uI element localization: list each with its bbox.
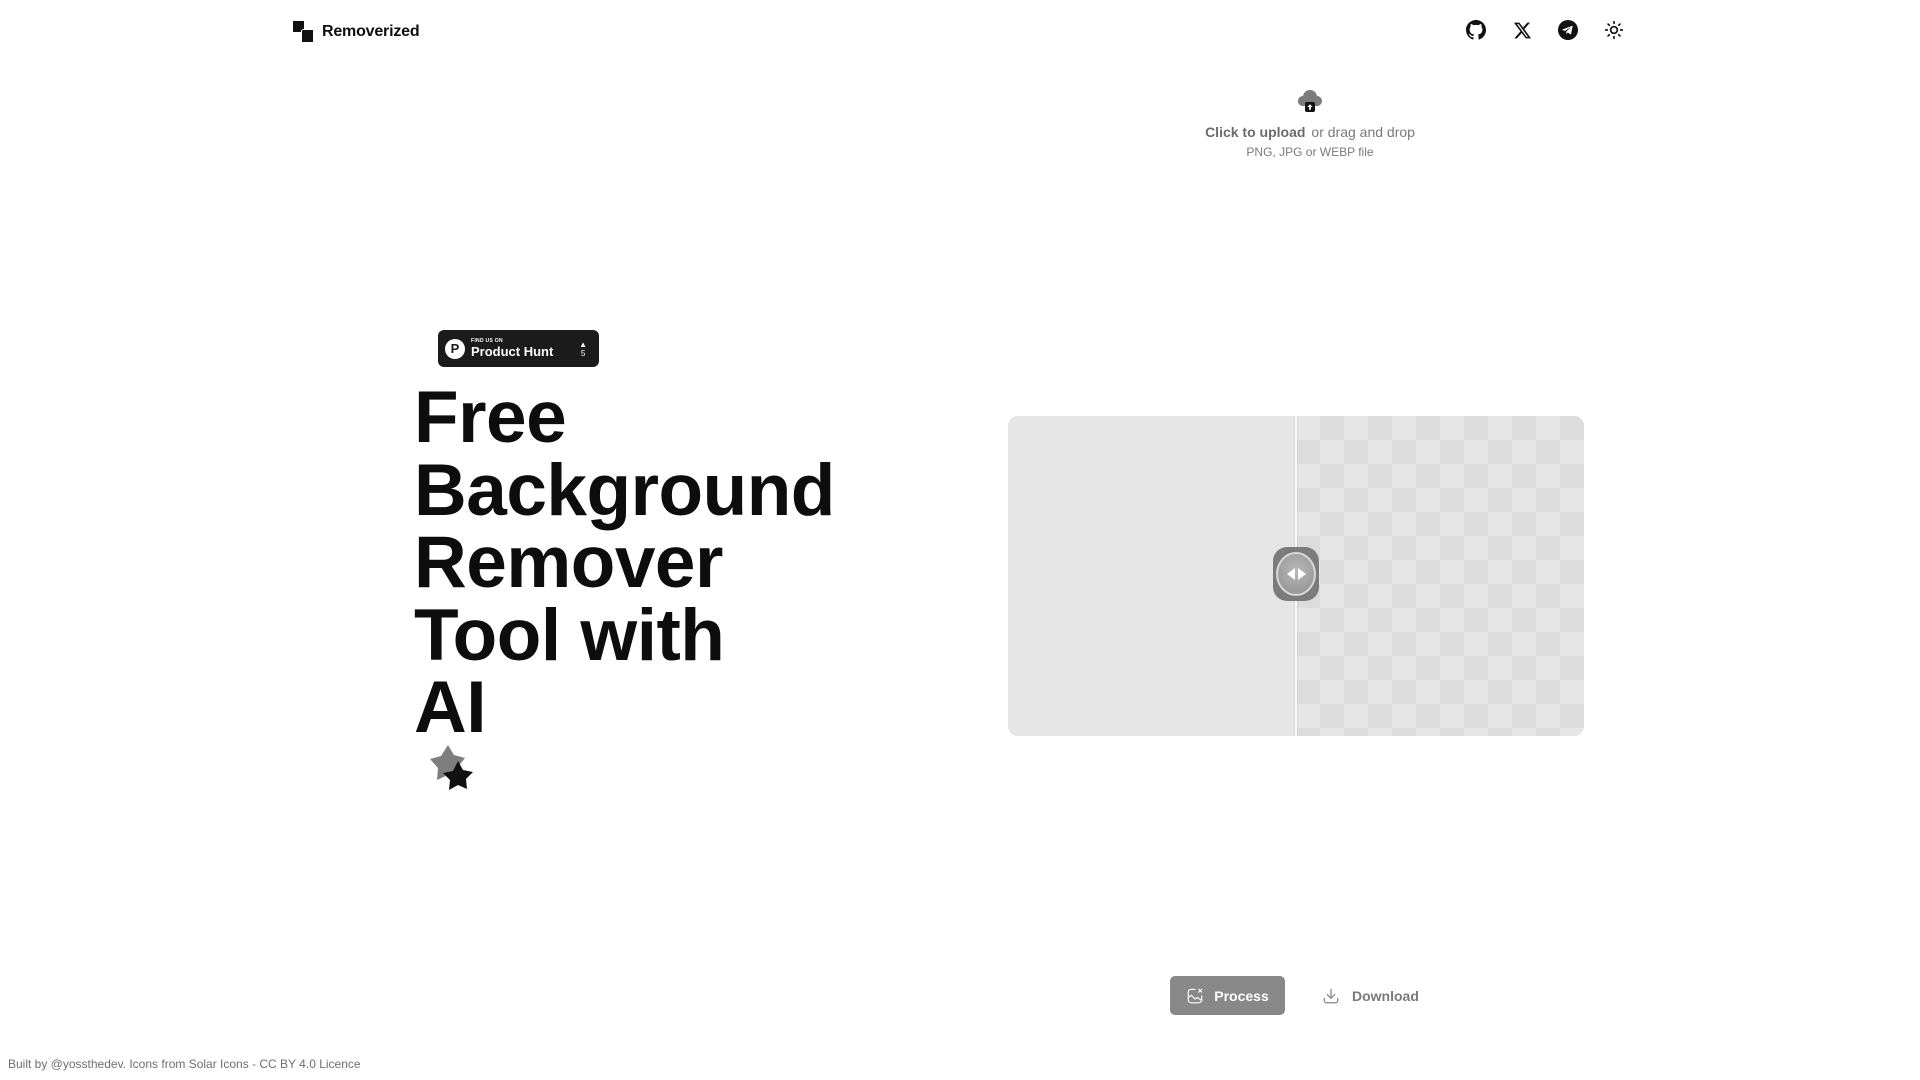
upload-dropzone[interactable]: Click to upload or drag and drop PNG, JPG… bbox=[1180, 86, 1440, 159]
hero-line: Background bbox=[414, 449, 835, 531]
process-button[interactable]: Process bbox=[1170, 976, 1285, 1015]
product-hunt-badge[interactable]: P FIND US ON Product Hunt ▲ 5 bbox=[438, 330, 599, 367]
telegram-icon bbox=[1558, 20, 1578, 40]
compare-slider-handle[interactable] bbox=[1273, 547, 1319, 601]
process-label: Process bbox=[1214, 987, 1269, 1004]
hero-heading: Free Background Remover Tool with AI bbox=[414, 377, 835, 817]
product-hunt-name: Product Hunt bbox=[471, 344, 554, 359]
before-after-compare[interactable] bbox=[1008, 416, 1584, 736]
hero-line: AI bbox=[414, 667, 486, 748]
header-nav bbox=[1466, 20, 1624, 40]
footer-credits: Built by @yossthedev. Icons from Solar I… bbox=[8, 1057, 361, 1071]
telegram-link[interactable] bbox=[1558, 20, 1578, 40]
image-process-icon bbox=[1187, 988, 1203, 1003]
download-icon bbox=[1323, 988, 1339, 1003]
x-link[interactable] bbox=[1512, 20, 1532, 40]
brand-logo[interactable]: Removerized bbox=[293, 21, 420, 42]
upvote-count: 5 bbox=[580, 348, 586, 358]
hero-line: Free bbox=[414, 377, 567, 458]
hero-line: Tool with bbox=[414, 594, 725, 676]
theme-toggle[interactable] bbox=[1604, 20, 1624, 40]
upload-secondary: or drag and drop bbox=[1311, 124, 1415, 140]
github-link[interactable] bbox=[1466, 20, 1486, 40]
github-icon bbox=[1466, 20, 1486, 40]
x-twitter-icon bbox=[1513, 22, 1531, 38]
logo-icon bbox=[293, 21, 313, 42]
download-button[interactable]: Download bbox=[1312, 976, 1429, 1015]
hero-line: Remover bbox=[414, 522, 723, 603]
download-label: Download bbox=[1352, 987, 1419, 1004]
upvote-arrow-icon: ▲ bbox=[579, 339, 587, 349]
product-hunt-icon: P bbox=[445, 338, 465, 359]
arrow-left-icon bbox=[1286, 568, 1295, 580]
upload-formats: PNG, JPG or WEBP file bbox=[1246, 145, 1374, 159]
cloud-upload-icon bbox=[1298, 90, 1322, 112]
brand-name: Removerized bbox=[322, 22, 420, 40]
after-image-transparent bbox=[1296, 416, 1584, 736]
stars-icon bbox=[430, 744, 473, 790]
sun-icon bbox=[1604, 20, 1624, 40]
arrow-right-icon bbox=[1297, 568, 1306, 580]
upload-cta[interactable]: Click to upload bbox=[1205, 124, 1305, 140]
